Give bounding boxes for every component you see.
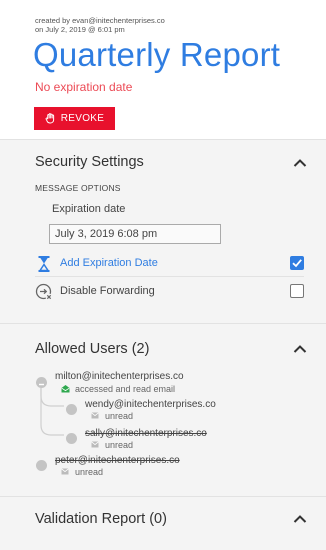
- chevron-up-icon[interactable]: [293, 514, 307, 524]
- user-email: peter@initechenterprises.co: [55, 455, 180, 466]
- user-email: sally@initechenterprises.co: [85, 428, 207, 439]
- envelope-icon: [91, 412, 99, 419]
- no-forward-icon: [35, 283, 53, 301]
- user-status: unread: [105, 440, 134, 450]
- user-node-icon: [36, 460, 47, 471]
- option-add-expiration[interactable]: Add Expiration Date: [35, 251, 304, 277]
- checkmark-icon: [292, 259, 302, 268]
- add-expiration-checkbox[interactable]: [290, 256, 304, 270]
- security-settings-title[interactable]: Security Settings: [35, 154, 144, 170]
- revoke-label: REVOKE: [60, 113, 105, 124]
- message-header: created by evan@initechenterprises.co on…: [0, 0, 326, 139]
- expiration-date-input[interactable]: [49, 224, 221, 244]
- created-on-text: on July 2, 2019 @ 6:01 pm: [35, 25, 125, 34]
- user-email: milton@initechenterprises.co: [55, 371, 184, 382]
- page-title: Quarterly Report: [33, 36, 281, 73]
- user-node-icon: [66, 404, 77, 415]
- chevron-up-icon[interactable]: [293, 158, 307, 168]
- revoke-button[interactable]: REVOKE: [34, 107, 115, 130]
- allowed-users-section: Allowed Users (2) milton@initechenterpri…: [0, 323, 326, 496]
- user-node-icon: [66, 433, 77, 444]
- security-settings-section: Security Settings MESSAGE OPTIONS Expira…: [0, 139, 326, 323]
- opened-envelope-icon: [61, 385, 70, 393]
- user-status: unread: [105, 411, 134, 421]
- envelope-icon: [91, 441, 99, 448]
- hourglass-icon: [38, 256, 50, 272]
- user-email: wendy@initechenterprises.co: [85, 399, 216, 410]
- option-label: Add Expiration Date: [60, 257, 158, 269]
- option-disable-forwarding[interactable]: Disable Forwarding: [35, 279, 304, 305]
- created-by-text: created by evan@initechenterprises.co: [35, 16, 165, 25]
- validation-report-section: Validation Report (0): [0, 496, 326, 550]
- disable-forwarding-checkbox[interactable]: [290, 284, 304, 298]
- users-tree: milton@initechenterprises.co accessed an…: [0, 324, 326, 497]
- tree-connectors: [40, 388, 64, 436]
- expiration-date-label: Expiration date: [52, 203, 126, 215]
- expiration-status: No expiration date: [35, 80, 133, 94]
- envelope-icon: [61, 468, 69, 475]
- option-label: Disable Forwarding: [60, 285, 155, 297]
- user-status: unread: [75, 467, 104, 477]
- collapse-node-icon[interactable]: [36, 377, 47, 388]
- message-options-label: MESSAGE OPTIONS: [35, 183, 121, 193]
- validation-report-title[interactable]: Validation Report (0): [35, 511, 167, 527]
- hand-icon: [45, 113, 56, 124]
- user-status: accessed and read email: [75, 384, 176, 394]
